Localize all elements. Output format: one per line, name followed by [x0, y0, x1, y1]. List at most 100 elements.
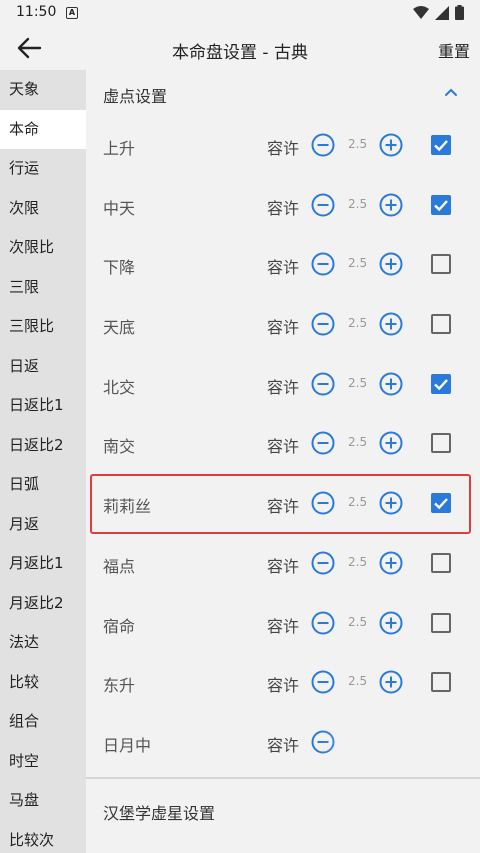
setting-row: 福点 容许 2.5	[86, 534, 480, 594]
tolerance-label: 容许	[267, 497, 300, 517]
notification-icon: A	[66, 7, 78, 19]
decrease-icon[interactable]	[311, 312, 335, 336]
setting-row: 下降 容许 2.5	[86, 235, 480, 295]
sidebar-item[interactable]: 组合	[0, 702, 86, 742]
point-name: 中天	[103, 198, 136, 218]
divider	[86, 777, 480, 779]
sidebar-item[interactable]: 次限	[0, 189, 86, 229]
tolerance-label: 容许	[267, 616, 300, 636]
section-title: 虚点设置	[103, 87, 168, 106]
increase-icon[interactable]	[379, 133, 403, 157]
tolerance-label: 容许	[267, 198, 300, 218]
wifi-icon	[413, 5, 429, 19]
chevron-up-icon[interactable]	[444, 85, 458, 99]
battery-icon	[455, 5, 464, 20]
tolerance-label: 容许	[267, 258, 300, 278]
sidebar-item[interactable]: 行运	[0, 149, 86, 189]
sidebar-item[interactable]: 时空	[0, 742, 86, 782]
increase-icon[interactable]	[379, 372, 403, 396]
sidebar-item[interactable]: 本命	[0, 109, 86, 149]
decrease-icon[interactable]	[311, 670, 335, 694]
enable-checkbox[interactable]	[431, 194, 451, 215]
tolerance-label: 容许	[267, 377, 300, 397]
sidebar-item[interactable]: 比较次	[0, 821, 86, 853]
tolerance-value: 2.5	[348, 435, 368, 450]
sidebar-item[interactable]: 月返	[0, 505, 86, 545]
enable-checkbox[interactable]	[431, 314, 451, 335]
point-name: 日月中	[103, 735, 152, 755]
decrease-icon[interactable]	[311, 491, 335, 515]
sidebar-item[interactable]: 月返比1	[0, 544, 86, 584]
tolerance-label: 容许	[267, 437, 300, 457]
enable-checkbox[interactable]	[431, 612, 451, 633]
sidebar-item[interactable]: 马盘	[0, 781, 86, 821]
point-name: 北交	[103, 377, 136, 397]
system-icons	[413, 5, 464, 20]
settings-panel: 虚点设置 上升 容许 2.5 中天 容许 2.5 下降 容许 2.5 天底 容许 2.5 北交 容许 2.5…	[86, 70, 480, 853]
sidebar-item[interactable]: 法达	[0, 623, 86, 663]
status-bar: 11:50 A	[0, 0, 480, 26]
increase-icon[interactable]	[379, 670, 403, 694]
increase-icon[interactable]	[379, 551, 403, 575]
sidebar-item[interactable]: 次限比	[0, 228, 86, 268]
increase-icon[interactable]	[379, 491, 403, 515]
enable-checkbox[interactable]	[431, 433, 451, 454]
decrease-icon[interactable]	[311, 133, 335, 157]
decrease-icon[interactable]	[311, 611, 335, 635]
point-name: 福点	[103, 556, 136, 576]
sidebar-item[interactable]: 日返比2	[0, 426, 86, 466]
point-name: 南交	[103, 437, 136, 457]
point-name: 下降	[103, 258, 136, 278]
increase-icon[interactable]	[379, 611, 403, 635]
sidebar: 天象 本命 行运 次限 次限比 三限 三限比 日返 日返比1 日返比2 日弧 月返 月返比1 月返比2 法达…	[0, 70, 86, 853]
reset-button[interactable]: 重置	[438, 38, 470, 62]
sidebar-item[interactable]: 日弧	[0, 465, 86, 505]
tolerance-value: 2.5	[348, 256, 368, 271]
tolerance-label: 容许	[267, 735, 300, 755]
increase-icon[interactable]	[379, 193, 403, 217]
point-name: 上升	[103, 139, 136, 158]
enable-checkbox[interactable]	[431, 373, 451, 394]
enable-checkbox[interactable]	[431, 493, 451, 514]
sidebar-item[interactable]: 三限	[0, 268, 86, 308]
sidebar-item[interactable]: 月返比2	[0, 584, 86, 624]
setting-row: 上升 容许 2.5	[86, 116, 480, 176]
sidebar-item[interactable]: 天象	[0, 70, 86, 110]
status-time: 11:50	[16, 4, 57, 20]
section-header[interactable]: 虚点设置	[86, 70, 480, 116]
decrease-icon[interactable]	[311, 252, 335, 276]
setting-row: 中天 容许 2.5	[86, 176, 480, 236]
setting-row: 莉莉丝 容许 2.5	[90, 474, 471, 534]
sidebar-item[interactable]: 比较	[0, 663, 86, 703]
sidebar-item[interactable]: 三限比	[0, 307, 86, 347]
tolerance-value: 2.5	[348, 375, 368, 390]
decrease-icon[interactable]	[311, 372, 335, 396]
increase-icon[interactable]	[379, 431, 403, 455]
enable-checkbox[interactable]	[431, 135, 451, 155]
fade-overlay	[320, 720, 480, 790]
setting-row: 南交 容许 2.5	[86, 414, 480, 474]
tolerance-value: 2.5	[348, 554, 368, 569]
tolerance-value: 2.5	[348, 495, 368, 510]
sidebar-item[interactable]: 日返比1	[0, 386, 86, 426]
settings-list: 上升 容许 2.5 中天 容许 2.5 下降 容许 2.5 天底 容许 2.5 北交 容许 2.5 南交 容许 2…	[86, 116, 480, 773]
setting-row: 天底 容许 2.5	[86, 295, 480, 355]
enable-checkbox[interactable]	[431, 672, 451, 693]
section-title-hamburg[interactable]: 汉堡学虚星设置	[103, 800, 215, 824]
tolerance-value: 2.5	[348, 316, 368, 331]
tolerance-value: 2.5	[348, 674, 368, 689]
signal-icon	[435, 5, 449, 20]
page-title: 本命盘设置 - 古典	[172, 43, 308, 63]
tolerance-label: 容许	[267, 676, 300, 696]
decrease-icon[interactable]	[311, 551, 335, 575]
decrease-icon[interactable]	[311, 431, 335, 455]
sidebar-item[interactable]: 日返	[0, 347, 86, 387]
increase-icon[interactable]	[379, 252, 403, 276]
decrease-icon[interactable]	[311, 193, 335, 217]
tolerance-label: 容许	[267, 318, 300, 338]
tolerance-label: 容许	[267, 556, 300, 576]
setting-row: 北交 容许 2.5	[86, 355, 480, 415]
increase-icon[interactable]	[379, 312, 403, 336]
enable-checkbox[interactable]	[431, 552, 451, 573]
enable-checkbox[interactable]	[431, 254, 451, 275]
